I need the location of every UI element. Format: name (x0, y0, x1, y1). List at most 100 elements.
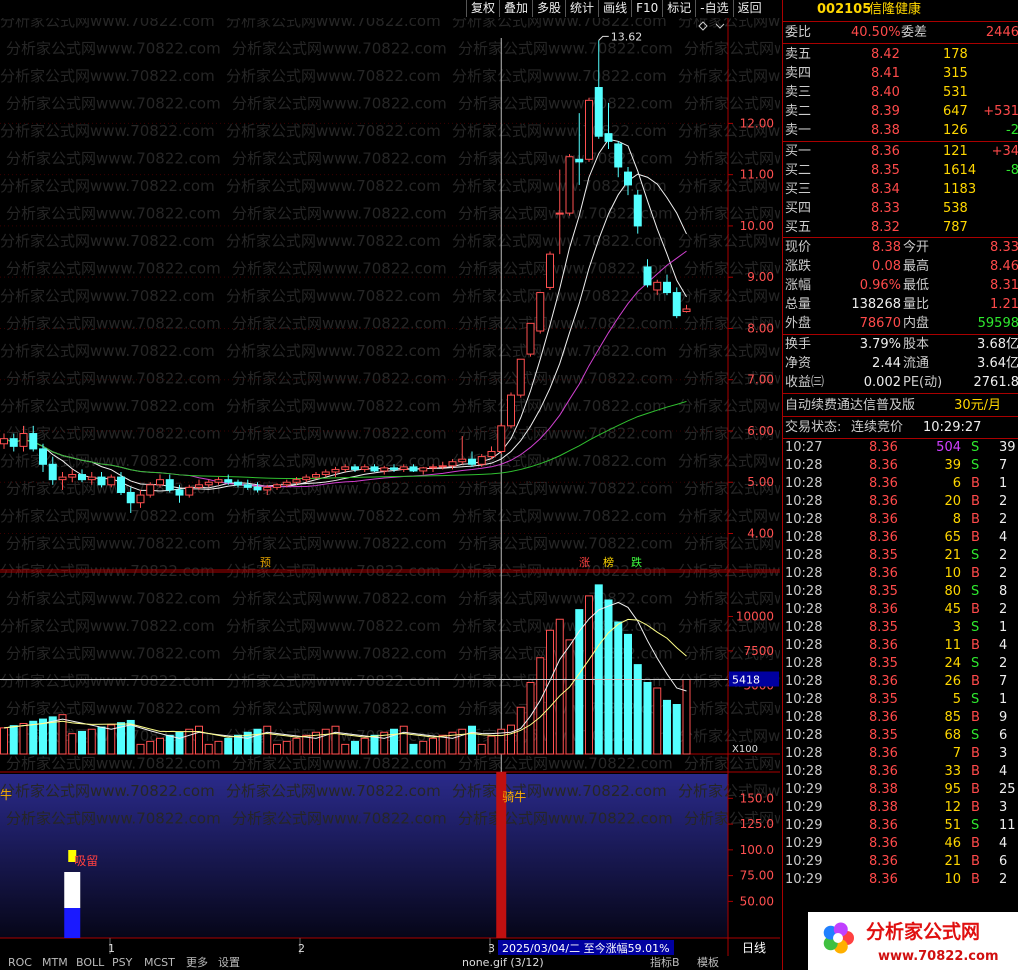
candle-body[interactable] (97, 476, 106, 486)
candle-body[interactable] (448, 461, 457, 467)
watermark: 分析家公式网www.70822.com (458, 425, 673, 443)
candle-body[interactable] (39, 448, 47, 465)
candle-body[interactable] (468, 458, 476, 465)
watermark: 分析家公式网www.70822.com (232, 260, 447, 278)
candle-body[interactable] (536, 292, 545, 332)
candle-body[interactable] (263, 486, 272, 491)
candle-body[interactable] (48, 463, 57, 481)
bottom-tab-5[interactable]: 更多 (186, 956, 208, 970)
candle-body[interactable] (380, 467, 389, 472)
candle-body[interactable] (477, 456, 486, 465)
candle-body[interactable] (399, 466, 408, 470)
template-button[interactable]: 模板 (697, 956, 719, 970)
candle-body[interactable] (68, 474, 77, 478)
candle-body[interactable] (243, 484, 252, 488)
candle-body[interactable] (117, 476, 125, 493)
tick-volume: 26 (944, 674, 961, 689)
bottom-tab-1[interactable]: MTM (42, 956, 68, 970)
candle-body[interactable] (312, 474, 320, 478)
candle-body[interactable] (546, 253, 554, 288)
toolbar-button-5[interactable]: F10 (631, 0, 663, 17)
candle-body[interactable] (87, 476, 96, 481)
candle-body[interactable] (341, 466, 350, 470)
candle-body[interactable] (351, 466, 359, 470)
chart-area[interactable]: 分析家公式网www.70822.com 分析家公式网www.70822.com 分析… (0, 18, 780, 956)
candle-body[interactable] (204, 481, 213, 486)
candle-body[interactable] (9, 438, 18, 447)
volume-bar (429, 737, 437, 755)
candle-body[interactable] (555, 212, 564, 215)
candle-body[interactable] (604, 133, 613, 142)
volume-bar (58, 714, 67, 755)
candle-body[interactable] (497, 425, 506, 452)
indicator-b-button[interactable]: 指标B (650, 956, 680, 970)
toolbar-button-7[interactable]: -自选 (695, 0, 733, 17)
candle-body[interactable] (458, 458, 467, 463)
candle-body[interactable] (633, 194, 642, 227)
candle-body[interactable] (614, 143, 623, 168)
candle-body[interactable] (331, 468, 340, 473)
candle-body[interactable] (643, 266, 652, 286)
candle-body[interactable] (360, 466, 369, 470)
candle-body[interactable] (224, 479, 233, 483)
candle-body[interactable] (292, 479, 301, 483)
candle-body[interactable] (585, 99, 593, 160)
toolbar-button-8[interactable]: 返回 (732, 0, 766, 17)
candle-body[interactable] (156, 479, 164, 486)
candle-body[interactable] (487, 450, 496, 458)
candle-body[interactable] (507, 394, 515, 427)
candle-body[interactable] (409, 466, 418, 472)
candle-body[interactable] (185, 486, 194, 496)
toolbar-button-2[interactable]: 多股 (532, 0, 566, 17)
quote-row: 买三 8.34 1183 (783, 180, 1018, 199)
candle-body[interactable] (663, 281, 671, 294)
toolbar-button-3[interactable]: 统计 (565, 0, 599, 17)
candle-body[interactable] (672, 292, 681, 317)
candle-body[interactable] (195, 484, 203, 488)
candle-body[interactable] (19, 433, 28, 447)
candle-body[interactable] (126, 491, 135, 504)
bottom-tab-0[interactable]: ROC (8, 956, 32, 970)
candle-body[interactable] (682, 308, 691, 313)
toolbar-button-0[interactable]: 复权 (466, 0, 500, 17)
candle-body[interactable] (0, 438, 8, 445)
candle-body[interactable] (214, 479, 223, 483)
candle-body[interactable] (175, 489, 184, 496)
candle-body[interactable] (58, 476, 67, 481)
candle-body[interactable] (390, 467, 398, 470)
toolbar-button-4[interactable]: 画线 (598, 0, 632, 17)
candle-body[interactable] (321, 471, 330, 476)
candle-body[interactable] (273, 484, 281, 488)
bottom-tab-2[interactable]: BOLL (76, 956, 104, 970)
candle-body[interactable] (429, 466, 437, 469)
candle-body[interactable] (526, 322, 535, 355)
tick-side: B (971, 746, 980, 761)
candle-body[interactable] (253, 486, 262, 491)
candle-body[interactable] (282, 481, 291, 486)
tick-time: 10:28 (785, 692, 823, 707)
candle-body[interactable] (234, 481, 242, 486)
candle-body[interactable] (146, 484, 155, 496)
bottom-tab-3[interactable]: PSY (112, 956, 132, 970)
candle-body[interactable] (594, 87, 603, 137)
divider (783, 43, 1018, 44)
period-label[interactable]: 日线 (742, 941, 766, 955)
toolbar-button-6[interactable]: 标记 (662, 0, 696, 17)
candle-body[interactable] (165, 479, 174, 491)
bottom-tab-4[interactable]: MCST (144, 956, 175, 970)
candle-body[interactable] (78, 474, 86, 481)
candle-body[interactable] (516, 358, 525, 396)
candle-body[interactable] (370, 466, 379, 472)
candle-body[interactable] (565, 156, 574, 214)
candle-body[interactable] (29, 433, 38, 450)
candle-body[interactable] (653, 281, 662, 291)
candle-body[interactable] (302, 476, 311, 481)
candle-body[interactable] (624, 171, 632, 186)
bottom-tab-6[interactable]: 设置 (218, 956, 240, 970)
candle-body[interactable] (136, 494, 145, 504)
candle-body[interactable] (575, 158, 584, 163)
toolbar-button-1[interactable]: 叠加 (499, 0, 533, 17)
candle-body[interactable] (107, 476, 116, 486)
candle-body[interactable] (419, 467, 428, 472)
candle-body[interactable] (438, 465, 447, 468)
